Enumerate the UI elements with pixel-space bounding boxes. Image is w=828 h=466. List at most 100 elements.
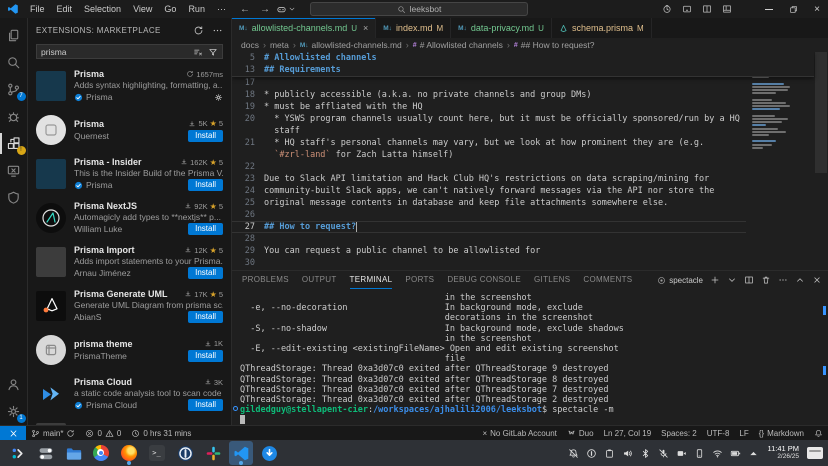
restore-window-icon[interactable] — [782, 0, 804, 18]
chevron-down-icon[interactable] — [727, 275, 737, 285]
wifi-icon[interactable] — [712, 448, 723, 459]
panel-tab-output[interactable]: OUTPUT — [302, 271, 337, 289]
battery-icon[interactable] — [730, 448, 741, 459]
clock[interactable]: 11:41 PM 2/26/25 — [767, 445, 799, 461]
breadcrumb-item[interactable]: ### How to request? — [514, 40, 595, 50]
chevron-up-icon[interactable] — [795, 275, 805, 285]
taskbar-app-downloads[interactable] — [257, 441, 281, 465]
install-button[interactable]: Install — [188, 267, 223, 279]
activity-explorer[interactable] — [0, 22, 28, 49]
tab-index.md[interactable]: M↓index.mdM — [376, 18, 451, 38]
clipboard-icon[interactable] — [604, 448, 615, 459]
minimap[interactable] — [748, 54, 814, 270]
extension-item[interactable]: Prisma Generate UML17K★5Generate UML Dia… — [28, 284, 231, 328]
minimize-window-icon[interactable] — [758, 0, 780, 18]
install-button[interactable]: Install — [188, 130, 223, 142]
menu-selection[interactable]: Selection — [78, 0, 127, 18]
install-button[interactable]: Install — [188, 350, 223, 362]
taskbar-app-chrome[interactable] — [89, 441, 113, 465]
install-button[interactable]: Install — [188, 179, 223, 191]
panel-tab-debug-console[interactable]: DEBUG CONSOLE — [447, 271, 521, 289]
taskbar-app-vscode[interactable] — [229, 441, 253, 465]
git-branch[interactable]: main* — [26, 426, 80, 440]
forward-icon[interactable]: → — [260, 4, 270, 15]
clear-list-icon[interactable] — [193, 47, 203, 57]
install-button[interactable]: Install — [188, 223, 223, 235]
screenshare-icon[interactable] — [676, 448, 687, 459]
close-icon[interactable]: × — [363, 23, 368, 33]
install-button[interactable]: Install — [188, 399, 223, 411]
show-desktop-button[interactable] — [807, 447, 823, 459]
eol[interactable]: LF — [734, 426, 753, 440]
activity-run-debug[interactable] — [0, 103, 28, 130]
copilot-menu[interactable] — [276, 4, 296, 15]
notifications[interactable] — [809, 426, 828, 440]
activity-extensions[interactable]: ! — [0, 130, 28, 157]
gitlab-account-status[interactable]: × No GitLab Account — [477, 426, 561, 440]
taskbar-app-terminal-app[interactable]: >_ — [145, 441, 169, 465]
extension-item[interactable]: prisma theme1KPrismaThemeInstall — [28, 328, 231, 372]
split-icon[interactable] — [744, 275, 754, 285]
cursor-position[interactable]: Ln 27, Col 19 — [599, 426, 657, 440]
bell-muted-icon[interactable] — [568, 448, 579, 459]
command-center-search[interactable]: leeksbot — [310, 2, 528, 16]
panel-tab-ports[interactable]: PORTS — [405, 271, 434, 289]
editor[interactable]: 1718* publicly accessible (a.k.a. no pri… — [232, 52, 828, 270]
problems-summary[interactable]: 0 0 — [80, 426, 126, 440]
taskbar-app-onepassword[interactable] — [173, 441, 197, 465]
extension-item[interactable]: prisma snippets957 — [28, 416, 231, 425]
terminal-output[interactable]: in the screenshot -e, --no-decoration In… — [240, 293, 812, 425]
plus-icon[interactable] — [710, 275, 720, 285]
close-icon[interactable] — [812, 275, 822, 285]
activity-search[interactable] — [0, 49, 28, 76]
activity-manage[interactable]: 1 — [0, 398, 28, 425]
more-icon[interactable] — [212, 25, 223, 36]
taskbar-app-file-manager[interactable] — [61, 441, 85, 465]
remote-indicator[interactable] — [0, 426, 26, 440]
indentation[interactable]: Spaces: 2 — [656, 426, 702, 440]
taskbar-app-slack[interactable] — [201, 441, 225, 465]
menu-view[interactable]: View — [127, 0, 158, 18]
tab-schema.prisma[interactable]: schema.prismaM — [552, 18, 652, 38]
tab-allowlisted-channels.md[interactable]: M↓allowlisted-channels.mdU× — [232, 18, 376, 38]
refresh-icon[interactable] — [193, 25, 204, 36]
language-mode[interactable]: {} Markdown — [754, 426, 809, 440]
taskbar-app-settings-toggles[interactable] — [33, 441, 57, 465]
close-window-icon[interactable]: × — [806, 0, 828, 18]
bluetooth-icon[interactable] — [640, 448, 651, 459]
filter-icon[interactable] — [208, 47, 218, 57]
timer-icon[interactable] — [658, 0, 676, 18]
encoding[interactable]: UTF-8 — [702, 426, 735, 440]
caret-up-icon[interactable] — [748, 448, 759, 459]
menu-go[interactable]: Go — [158, 0, 182, 18]
activity-remote-explorer[interactable] — [0, 157, 28, 184]
breadcrumb-item[interactable]: docs — [241, 40, 259, 50]
volume-icon[interactable] — [622, 448, 633, 459]
tab-data-privacy.md[interactable]: M↓data-privacy.mdU — [451, 18, 552, 38]
gitlab-duo-status[interactable]: Duo — [562, 426, 599, 440]
extension-item[interactable]: Prisma Import12K★5Adds import statements… — [28, 240, 231, 284]
activity-source-control[interactable]: 7 — [0, 76, 28, 103]
activity-accounts[interactable] — [0, 371, 28, 398]
install-button[interactable]: Install — [188, 311, 223, 323]
breadcrumb-item[interactable]: ## Allowlisted channels — [413, 40, 503, 50]
wakatime-status[interactable]: 0 hrs 31 mins — [126, 426, 196, 440]
extension-item[interactable]: Prisma NextJS92K★5Automagicly add types … — [28, 196, 231, 240]
layout-icon[interactable] — [718, 0, 736, 18]
menu-edit[interactable]: Edit — [51, 0, 79, 18]
screencast-icon[interactable] — [678, 0, 696, 18]
editor-scrollbar[interactable] — [814, 52, 828, 270]
extension-item[interactable]: Prisma - Insider162K★5This is the Inside… — [28, 152, 231, 196]
panel-tab-terminal[interactable]: TERMINAL — [350, 271, 393, 289]
trash-icon[interactable] — [761, 275, 771, 285]
taskbar-app-firefox[interactable] — [117, 441, 141, 465]
activity-gitlens[interactable] — [0, 184, 28, 211]
more-icon[interactable] — [778, 275, 788, 285]
extension-item[interactable]: Prisma Cloud3Ka static code analysis too… — [28, 372, 231, 416]
menu-overflow[interactable]: ··· — [211, 0, 232, 18]
terminal-selector[interactable]: spectacle — [657, 276, 703, 285]
more-actions-icon[interactable] — [738, 0, 756, 18]
gear-icon[interactable] — [214, 93, 223, 102]
circle-one-icon[interactable] — [586, 448, 597, 459]
panel-tab-problems[interactable]: PROBLEMS — [242, 271, 289, 289]
